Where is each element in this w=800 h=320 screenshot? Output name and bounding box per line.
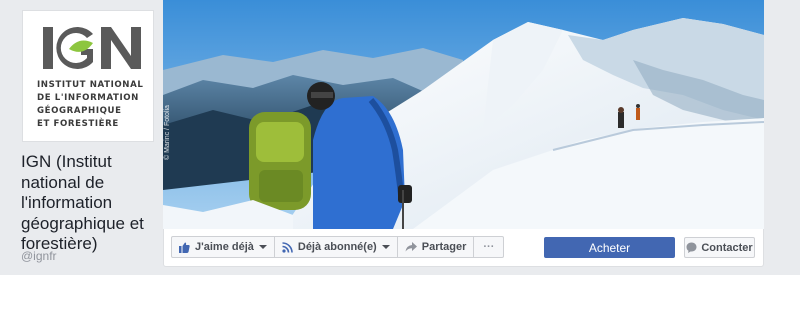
ign-logo-icon: [43, 27, 141, 69]
like-label: J'aime déjà: [195, 241, 254, 253]
more-options-button[interactable]: ···: [474, 236, 505, 258]
subscribe-label: Déjà abonné(e): [297, 241, 377, 253]
logo-text-line: GÉOGRAPHIQUE: [37, 106, 122, 116]
share-arrow-icon: [405, 242, 417, 252]
rss-icon: [282, 241, 293, 253]
cover-photo[interactable]: [163, 0, 764, 229]
chevron-down-icon: [381, 245, 390, 249]
logo-text-line: INSTITUT NATIONAL: [37, 80, 144, 90]
contact-label: Contacter: [701, 241, 753, 254]
contact-button[interactable]: Contacter: [684, 237, 755, 258]
thumbs-up-icon: [179, 242, 190, 253]
share-label: Partager: [421, 241, 467, 253]
logo-text: INSTITUT NATIONAL DE L'INFORMATION GÉOGR…: [37, 79, 149, 131]
page-handle[interactable]: @ignfr: [21, 249, 57, 263]
more-options-icon: ···: [483, 241, 495, 253]
profile-picture[interactable]: INSTITUT NATIONAL DE L'INFORMATION GÉOGR…: [22, 10, 154, 142]
logo-text-line: ET FORESTIÈRE: [37, 119, 119, 129]
like-button[interactable]: J'aime déjà: [171, 236, 275, 258]
page-title[interactable]: IGN (Institut national de l'information …: [21, 152, 161, 255]
subscribe-button[interactable]: Déjà abonné(e): [274, 236, 398, 258]
message-bubble-icon: [686, 242, 697, 253]
logo-text-line: DE L'INFORMATION: [37, 93, 139, 103]
photo-credit: © Marinc / Fotolia: [164, 105, 171, 160]
share-button[interactable]: Partager: [397, 236, 475, 258]
action-bar: J'aime déjà Déjà abonné(e) Partager ···: [171, 236, 505, 258]
buy-button[interactable]: Acheter: [544, 237, 675, 258]
chevron-down-icon: [258, 245, 267, 249]
